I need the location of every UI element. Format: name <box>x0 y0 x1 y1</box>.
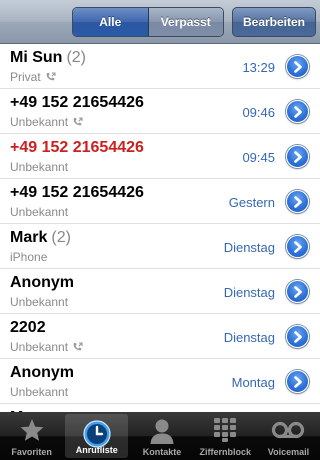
filter-segmented-control: Alle Verpasst <box>72 7 224 37</box>
outgoing-call-icon <box>45 72 56 82</box>
call-row[interactable]: +49 152 21654426 Unbekannt 09:45 <box>0 134 320 179</box>
detail-disclosure-button[interactable] <box>286 100 309 123</box>
caller-name-text: +49 152 21654426 <box>10 139 144 156</box>
caller-label: Privat <box>10 70 41 84</box>
tab-label: Voicemail <box>267 447 310 457</box>
caller-label-row: Unbekannt <box>10 115 83 129</box>
call-row[interactable]: Anonym Unbekannt Montag <box>0 359 320 404</box>
person-icon <box>149 417 175 445</box>
caller-name-text: +49 152 21654426 <box>10 184 144 201</box>
caller-name: Anonym <box>10 364 74 382</box>
call-row[interactable]: Anonym Unbekannt Dienstag <box>0 269 320 314</box>
caller-name-text: Anonym <box>10 364 74 381</box>
tab-label: Kontakte <box>142 447 182 457</box>
tab-anrufliste[interactable]: Anrufliste <box>65 414 129 458</box>
call-row[interactable]: +49 152 21654426 Unbekannt Gestern <box>0 179 320 224</box>
caller-label-row: Unbekannt <box>10 385 68 399</box>
caller-label-row: iPhone <box>10 250 47 264</box>
detail-disclosure-button[interactable] <box>286 145 309 168</box>
chevron-right-icon <box>293 150 303 163</box>
tab-favoriten[interactable]: Favoriten <box>0 412 63 460</box>
call-time: Dienstag <box>223 285 275 300</box>
chevron-right-icon <box>293 330 303 343</box>
call-row[interactable]: Mama <box>0 404 320 412</box>
caller-label: Unbekannt <box>10 385 69 399</box>
star-icon <box>19 417 45 443</box>
chevron-right-icon <box>293 60 303 73</box>
tab-label: Favoriten <box>11 447 52 457</box>
segment-all-button[interactable]: Alle <box>73 8 149 36</box>
call-row[interactable]: Mi Sun (2) Privat 13:29 <box>0 44 320 89</box>
caller-label-row: Privat <box>10 70 56 84</box>
outgoing-call-icon <box>72 342 83 352</box>
caller-name: Mi Sun (2) <box>10 49 86 67</box>
chevron-right-icon <box>293 105 303 118</box>
voicemail-icon <box>271 417 305 443</box>
tab-label: Ziffernblock <box>199 447 251 457</box>
detail-disclosure-button[interactable] <box>286 280 309 303</box>
detail-disclosure-button[interactable] <box>286 55 309 78</box>
caller-label: Unbekannt <box>10 340 69 354</box>
navigation-bar: Alle Verpasst Bearbeiten <box>0 0 320 44</box>
chevron-right-icon <box>293 240 303 253</box>
caller-label-row: Unbekannt <box>10 295 68 309</box>
detail-disclosure-button[interactable] <box>286 235 309 258</box>
keypad-icon <box>212 417 238 443</box>
outgoing-call-icon <box>72 117 83 127</box>
caller-name: +49 152 21654426 <box>10 139 144 157</box>
caller-label: Unbekannt <box>10 295 69 309</box>
segment-missed-button[interactable]: Verpasst <box>148 8 223 36</box>
caller-name-text: Mark <box>10 229 48 246</box>
clock-icon <box>82 419 112 449</box>
call-count: (2) <box>51 229 71 246</box>
caller-name: Anonym <box>10 274 74 292</box>
caller-name-text: 2202 <box>10 319 46 336</box>
call-time: 09:45 <box>242 150 275 165</box>
call-time: 09:46 <box>242 105 275 120</box>
call-time: Gestern <box>228 195 275 210</box>
call-row[interactable]: 2202 Unbekannt Dienstag <box>0 314 320 359</box>
caller-name: +49 152 21654426 <box>10 94 144 112</box>
recents-list: Mi Sun (2) Privat 13:29 +49 152 21654426 Unbe… <box>0 44 320 412</box>
call-time: Montag <box>231 375 275 390</box>
tab-kontakte[interactable]: Kontakte <box>130 412 193 460</box>
caller-label: Unbekannt <box>10 115 69 129</box>
caller-name-text: Anonym <box>10 274 74 291</box>
chevron-right-icon <box>293 375 303 388</box>
detail-disclosure-button[interactable] <box>286 190 309 213</box>
tab-voicemail[interactable]: Voicemail <box>257 412 320 460</box>
call-row[interactable]: Mark (2) iPhone Dienstag <box>0 224 320 269</box>
caller-name: +49 152 21654426 <box>10 184 144 202</box>
tab-ziffernblock[interactable]: Ziffernblock <box>194 412 257 460</box>
caller-label-row: Unbekannt <box>10 340 83 354</box>
caller-name: 2202 <box>10 319 46 337</box>
detail-disclosure-button[interactable] <box>286 325 309 348</box>
caller-label: iPhone <box>10 250 48 264</box>
caller-label: Unbekannt <box>10 205 69 219</box>
caller-name-text: +49 152 21654426 <box>10 94 144 111</box>
caller-name-text: Mi Sun <box>10 49 63 66</box>
caller-label-row: Unbekannt <box>10 205 68 219</box>
caller-label: Unbekannt <box>10 160 69 174</box>
caller-name: Mark (2) <box>10 229 71 247</box>
detail-disclosure-button[interactable] <box>286 370 309 393</box>
call-time: Dienstag <box>223 330 275 345</box>
call-time: Dienstag <box>223 240 275 255</box>
chevron-right-icon <box>293 285 303 298</box>
call-count: (2) <box>66 49 86 66</box>
call-row[interactable]: +49 152 21654426 Unbekannt 09:46 <box>0 89 320 134</box>
edit-button[interactable]: Bearbeiten <box>232 7 316 37</box>
call-time: 13:29 <box>242 60 275 75</box>
caller-label-row: Unbekannt <box>10 160 68 174</box>
tab-bar: Favoriten Anrufliste Kontakte Ziffernblock V… <box>0 412 320 460</box>
chevron-right-icon <box>293 195 303 208</box>
